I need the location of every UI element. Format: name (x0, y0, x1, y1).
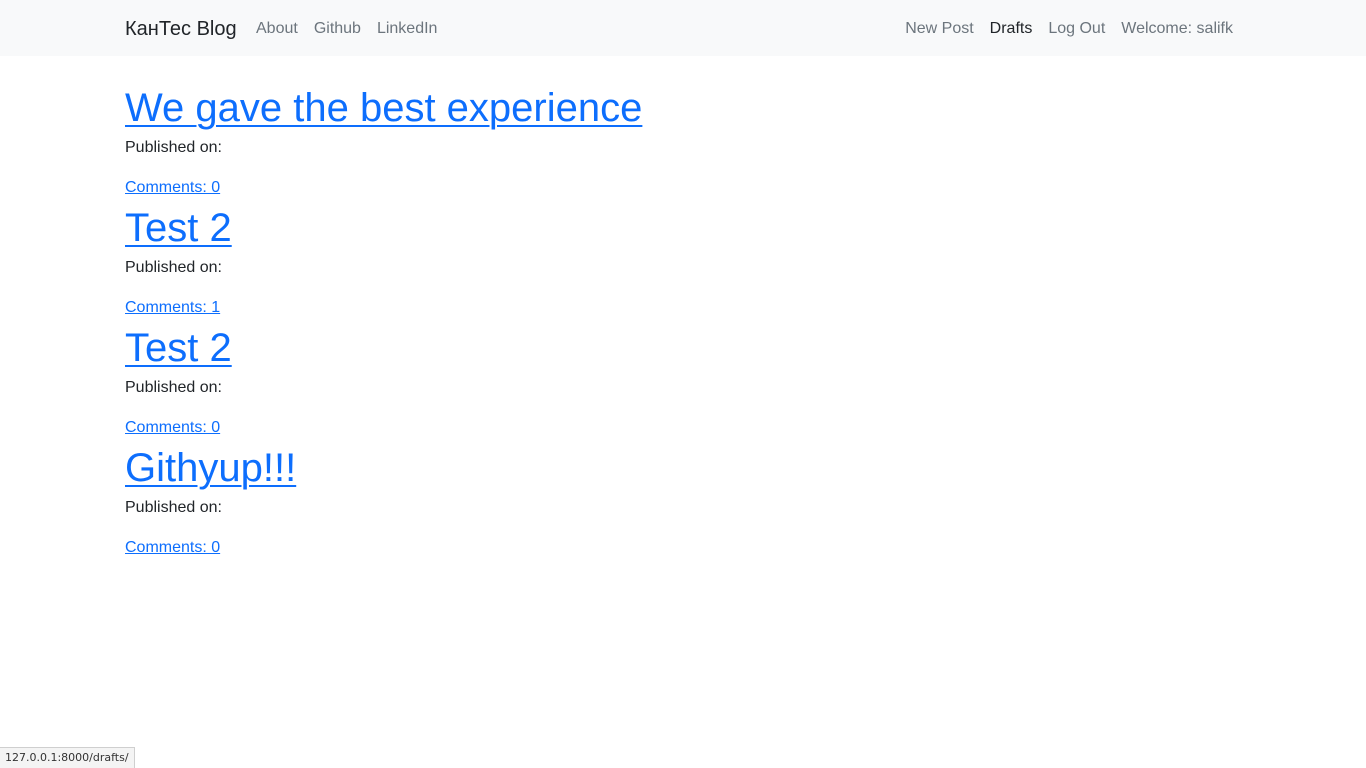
post-comments-link[interactable]: Comments: 0 (125, 178, 220, 198)
nav-link-new-post[interactable]: New Post (905, 19, 973, 39)
post-item: Githyup!!! Published on: Comments: 0 (125, 444, 1241, 564)
nav-right-links: New Post Drafts Log Out Welcome: salifk (905, 19, 1233, 39)
post-title-link[interactable]: Test 2 (125, 204, 232, 252)
post-published-text: Published on: (125, 379, 222, 396)
post-item: Test 2 Published on: Comments: 0 (125, 324, 1241, 444)
nav-link-about[interactable]: About (256, 19, 298, 39)
welcome-text: Welcome: salifk (1121, 20, 1233, 37)
post-published-text: Published on: (125, 499, 222, 516)
post-comments-link[interactable]: Comments: 0 (125, 418, 220, 438)
nav-link-drafts[interactable]: Drafts (990, 19, 1033, 39)
nav-link-linkedin[interactable]: LinkedIn (377, 19, 438, 39)
post-item: We gave the best experience Published on… (125, 84, 1241, 204)
post-title-link[interactable]: Githyup!!! (125, 444, 296, 492)
post-item: Test 2 Published on: Comments: 1 (125, 204, 1241, 324)
post-comments-link[interactable]: Comments: 1 (125, 298, 220, 318)
top-navbar: КанТес Blog About Github LinkedIn New Po… (0, 0, 1366, 56)
post-published-text: Published on: (125, 259, 222, 276)
browser-status-url: 127.0.0.1:8000/drafts/ (0, 747, 135, 768)
draft-post-list: We gave the best experience Published on… (125, 84, 1241, 564)
post-title-link[interactable]: Test 2 (125, 324, 232, 372)
nav-link-github[interactable]: Github (314, 19, 361, 39)
brand-link[interactable]: КанТес Blog (125, 17, 237, 41)
nav-left-links: About Github LinkedIn (256, 19, 437, 39)
post-title-link[interactable]: We gave the best experience (125, 84, 642, 132)
post-published-text: Published on: (125, 139, 222, 156)
post-comments-link[interactable]: Comments: 0 (125, 538, 220, 558)
nav-link-log-out[interactable]: Log Out (1048, 19, 1105, 39)
